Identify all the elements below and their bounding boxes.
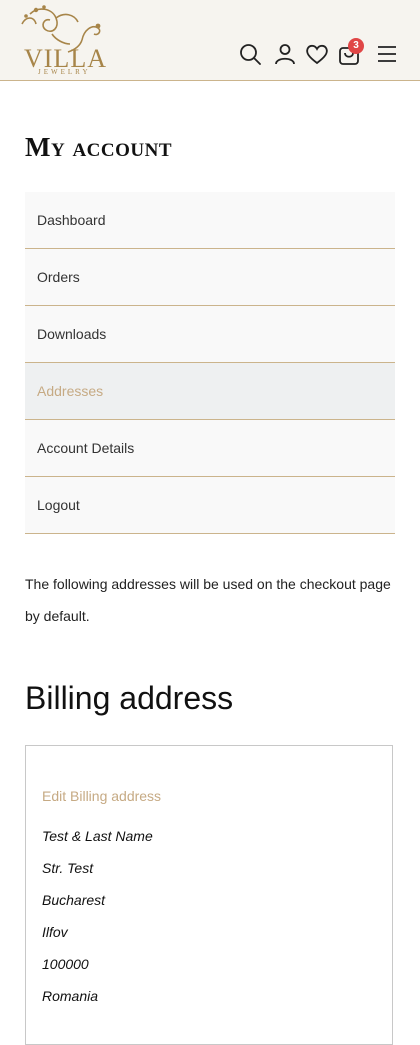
heart-icon[interactable] xyxy=(305,42,329,66)
edit-billing-address-link[interactable]: Edit Billing address xyxy=(42,788,161,804)
nav-item-downloads[interactable]: Downloads xyxy=(25,306,395,363)
site-header: VILLA JEWELRY 3 xyxy=(0,0,420,81)
nav-item-addresses[interactable]: Addresses xyxy=(25,363,395,420)
address-line-name: Test & Last Name xyxy=(42,828,153,844)
nav-item-logout[interactable]: Logout xyxy=(25,477,395,534)
billing-address-card: Edit Billing address Test & Last Name St… xyxy=(25,745,393,1045)
address-line-county: Ilfov xyxy=(42,924,68,940)
hamburger-menu-icon[interactable] xyxy=(375,42,399,66)
address-line-city: Bucharest xyxy=(42,892,106,908)
nav-item-orders[interactable]: Orders xyxy=(25,249,395,306)
account-nav: Dashboard Orders Downloads Addresses Acc… xyxy=(25,192,395,534)
nav-item-account-details[interactable]: Account Details xyxy=(25,420,395,477)
site-logo[interactable]: VILLA JEWELRY xyxy=(12,4,108,76)
search-icon[interactable] xyxy=(238,42,262,66)
address-line-postcode: 100000 xyxy=(42,956,89,972)
user-icon[interactable] xyxy=(273,42,297,66)
logo-subtext: JEWELRY xyxy=(38,68,91,76)
addresses-intro-text: The following addresses will be used on … xyxy=(25,576,391,624)
nav-item-dashboard[interactable]: Dashboard xyxy=(25,192,395,249)
billing-address-lines: Test & Last Name Str. Test Bucharest Ilf… xyxy=(42,828,153,1020)
address-line-street: Str. Test xyxy=(42,860,94,876)
cart-count-badge: 3 xyxy=(348,38,364,54)
address-line-country: Romania xyxy=(42,988,99,1004)
billing-address-heading: Billing address xyxy=(25,680,234,716)
page-title: My account xyxy=(25,132,173,162)
